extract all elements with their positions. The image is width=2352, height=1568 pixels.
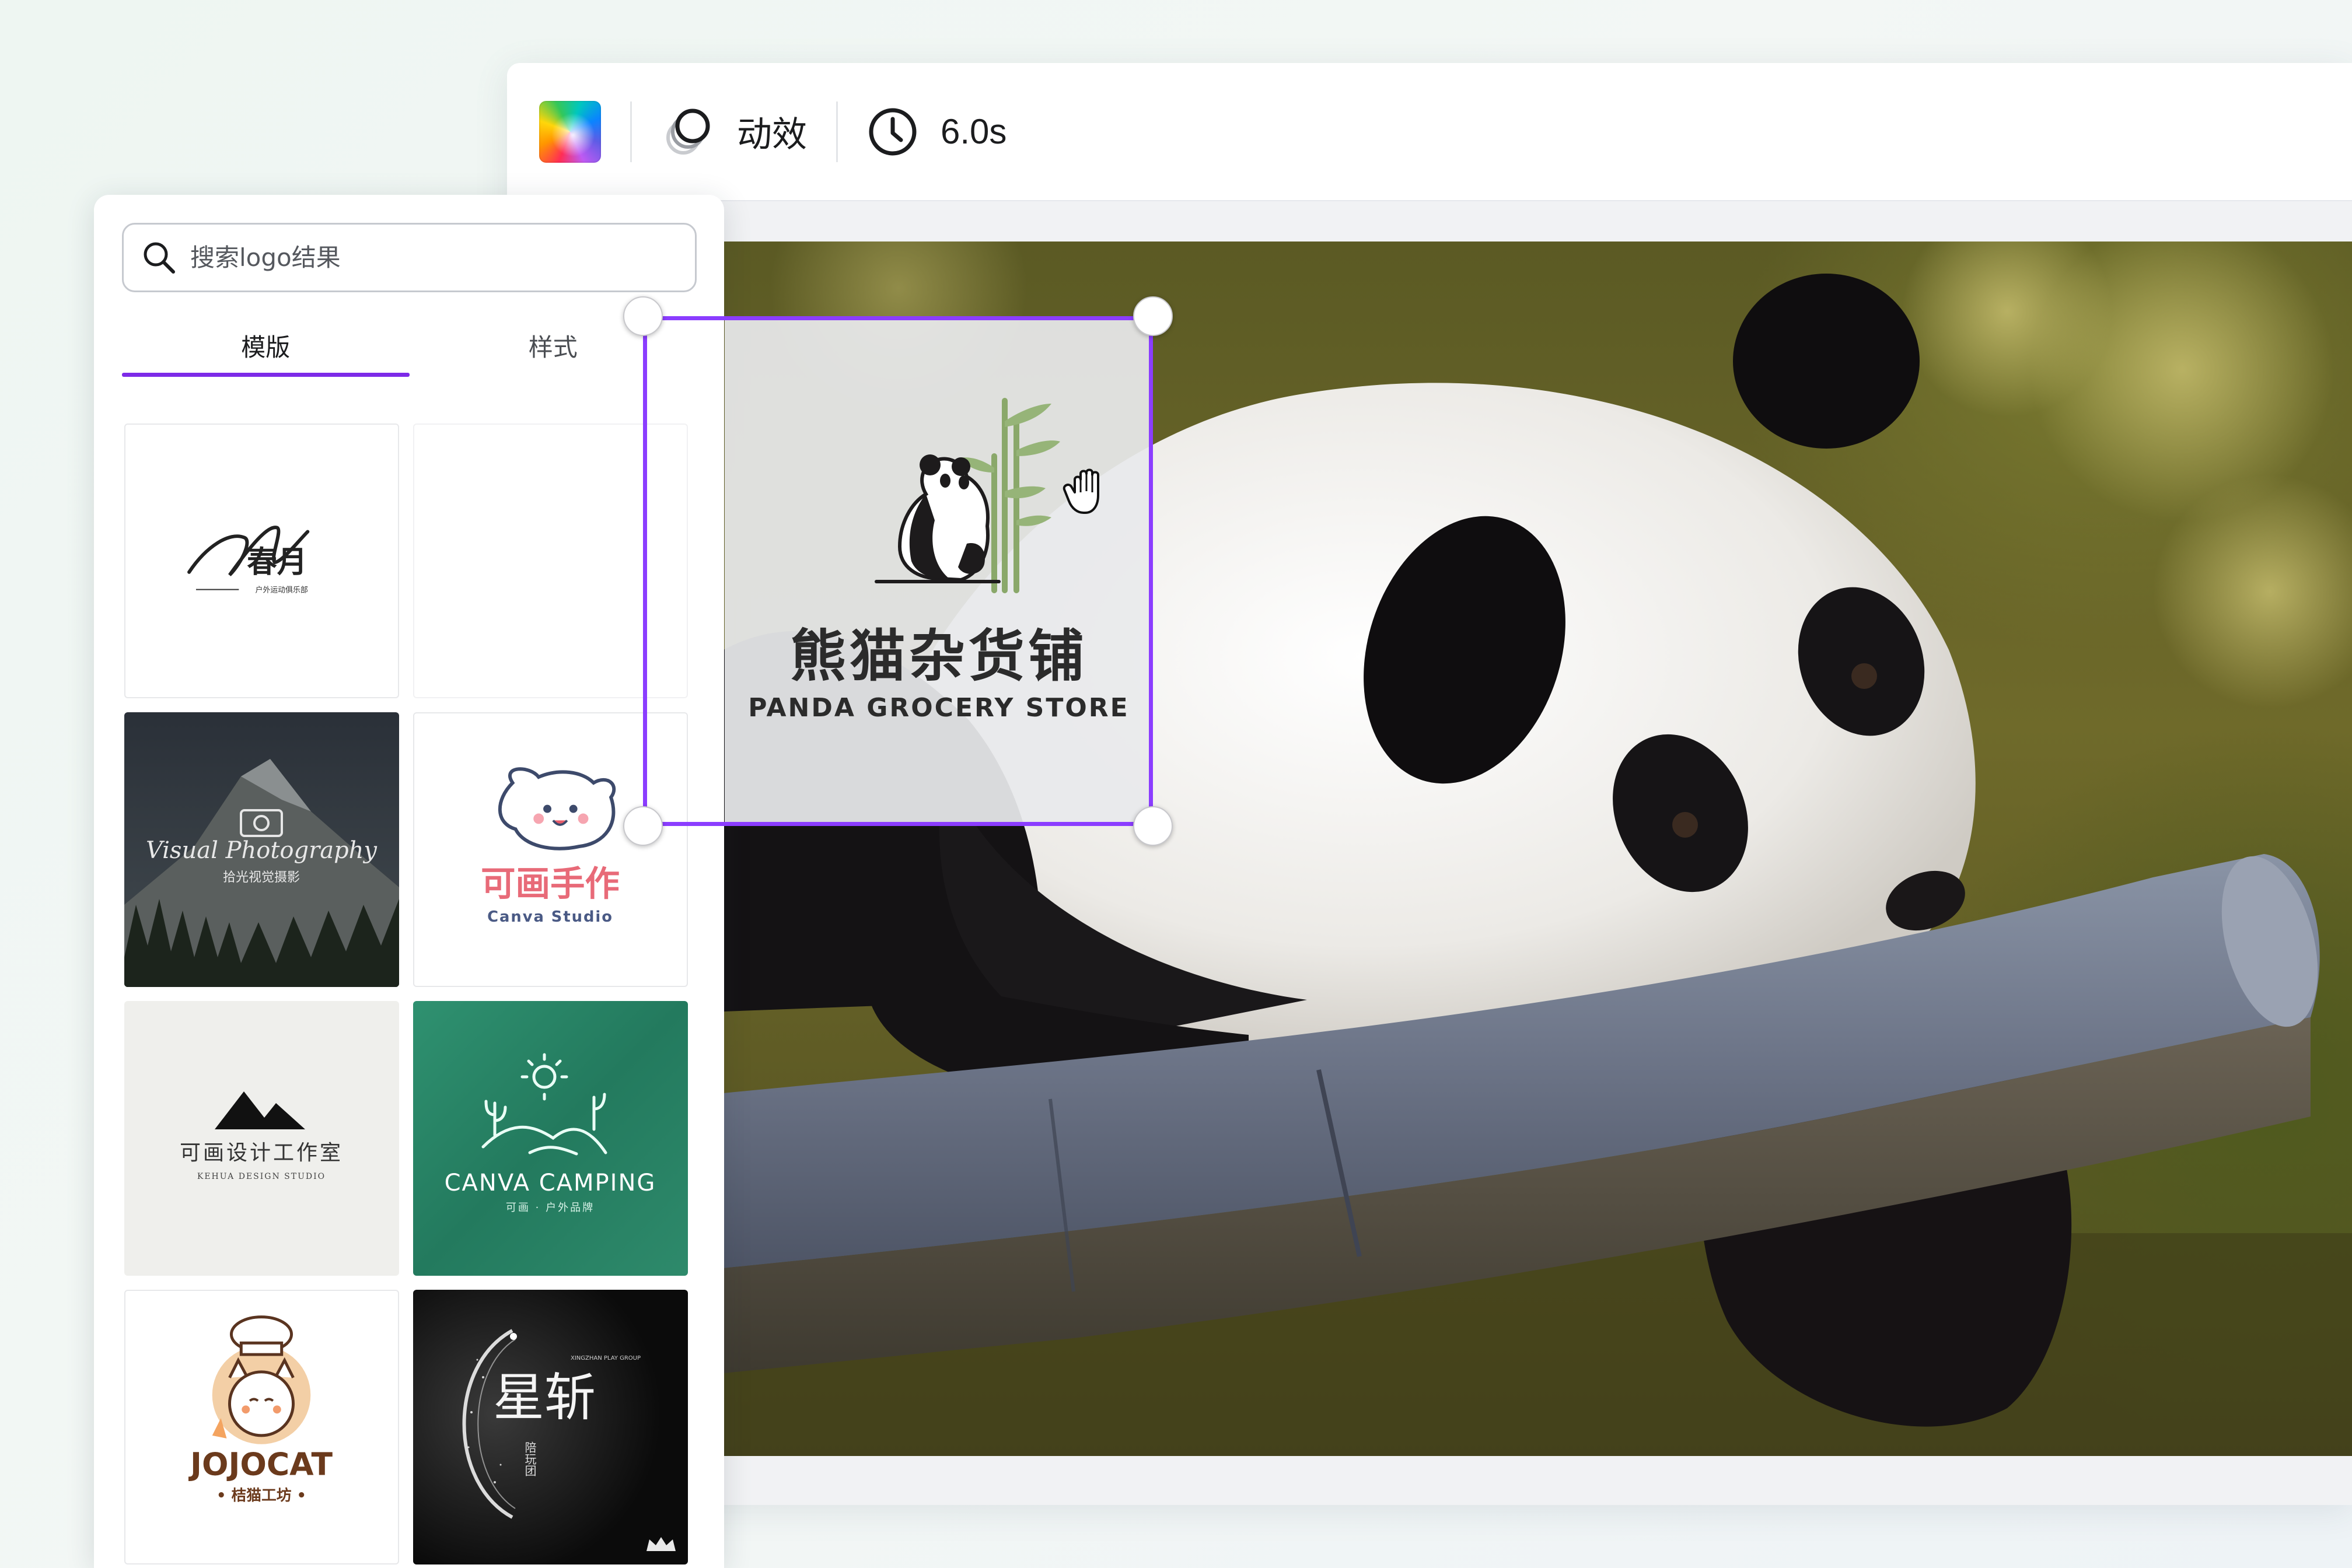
search-input[interactable] — [190, 243, 669, 272]
template-title: JOJOCAT — [188, 1446, 333, 1482]
template-en: XINGZHAN PLAY GROUP — [571, 1355, 641, 1362]
color-palette-icon[interactable] — [539, 100, 601, 163]
template-subtitle: KEHUA DESIGN STUDIO — [197, 1172, 326, 1181]
template-title-text: 可画手作 — [481, 864, 620, 904]
resize-handle-top-right[interactable] — [1133, 296, 1173, 336]
template-subtitle: 陪玩团 — [523, 1441, 537, 1476]
template-card-chunyue[interactable]: 春月 户外运动俱乐部 — [124, 424, 399, 698]
selection-frame — [643, 316, 1153, 826]
toolbar-divider — [630, 101, 632, 162]
duration-button[interactable]: 6.0s — [867, 97, 1006, 167]
template-title: CANVA CAMPING — [445, 1170, 656, 1196]
template-title-text: 星斩 — [493, 1367, 596, 1427]
template-subtitle: • 桔猫工坊 • — [216, 1486, 306, 1504]
editor-toolbar: 动效 6.0s — [507, 63, 2352, 201]
template-card-canva-camping[interactable]: CANVA CAMPING 可画 · 户外品牌 — [413, 1001, 688, 1276]
template-subtitle: Canva Studio — [487, 908, 613, 926]
app-screen: 动效 6.0s 搜索logo结果 模版 样式 春月 户外运动俱乐部 Visual… — [0, 0, 2352, 1568]
resize-handle-bottom-right[interactable] — [1133, 806, 1173, 846]
animate-icon — [666, 108, 710, 155]
animate-button[interactable]: 动效 — [661, 97, 807, 167]
animate-label: 动效 — [737, 115, 807, 154]
tab-templates[interactable]: 模版 — [122, 312, 410, 377]
search-box[interactable] — [122, 223, 697, 292]
toolbar-divider — [836, 101, 838, 162]
duration-label: 6.0s — [941, 112, 1007, 151]
template-title: 星斩 — [493, 1367, 596, 1427]
template-title: 春月 — [247, 545, 307, 580]
template-card-jojocat[interactable]: JOJOCAT • 桔猫工坊 • — [124, 1290, 399, 1564]
selected-logo-element[interactable]: 熊猫杂货铺 PANDA GROCERY STORE — [623, 296, 1173, 846]
template-subtitle: 拾光视觉摄影 — [223, 870, 300, 885]
template-subtitle: 户外运动俱乐部 — [256, 586, 308, 595]
panel-tabs: 模版 样式 — [122, 312, 697, 377]
template-subtitle: 可画 · 户外品牌 — [506, 1202, 595, 1214]
template-card-xingzhan[interactable]: 星斩 XINGZHAN PLAY GROUP 陪玩团 — [413, 1290, 688, 1564]
template-title: Visual Photography — [146, 837, 378, 864]
clock-icon — [869, 108, 917, 155]
template-title: 可画手作 — [481, 864, 620, 904]
logo-panel: 模版 样式 春月 户外运动俱乐部 — [94, 195, 724, 1568]
resize-handle-bottom-left[interactable] — [623, 806, 663, 846]
template-card-kehua-design[interactable]: 可画设计工作室 KEHUA DESIGN STUDIO — [124, 1001, 399, 1276]
template-card-visual-photography[interactable]: Visual Photography 拾光视觉摄影 — [124, 712, 399, 987]
resize-handle-top-left[interactable] — [623, 296, 663, 336]
template-title: 可画设计工作室 — [180, 1141, 343, 1165]
search-icon — [144, 242, 175, 274]
